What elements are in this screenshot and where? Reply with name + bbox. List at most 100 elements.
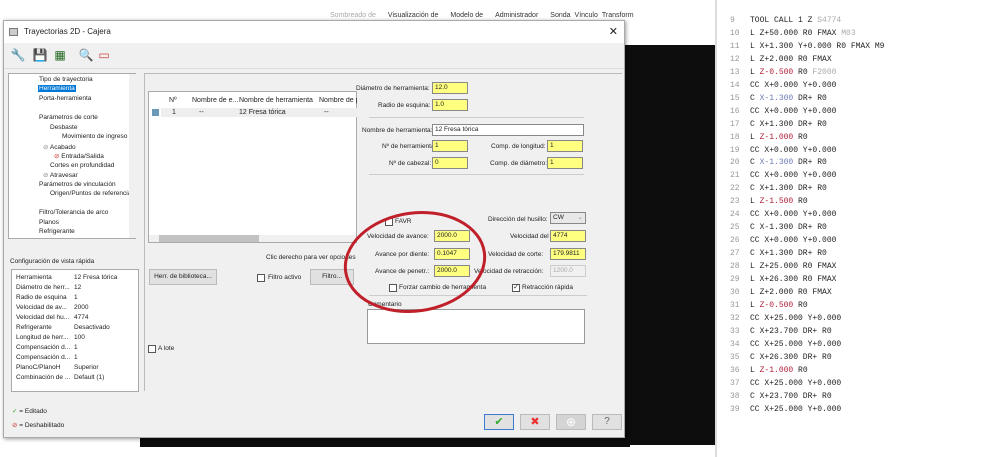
tree-item[interactable]: Refrigerante [39, 228, 75, 235]
quick-view-key: Radio de esquina [16, 294, 67, 301]
batch-checkbox[interactable] [148, 345, 156, 353]
vertical-scrollbar[interactable] [129, 74, 136, 238]
table-header[interactable]: Nombre de e... [192, 97, 238, 104]
quick-view-key: Compensación d... [16, 344, 71, 351]
filter-active-checkbox[interactable] [257, 274, 265, 282]
close-icon[interactable]: ✕ [609, 21, 618, 43]
ribbon-tab[interactable]: Sombreado de [330, 12, 376, 19]
table-header[interactable]: Nº [169, 97, 177, 104]
line-number: 32 [730, 313, 740, 323]
code-token: F2000 [812, 67, 837, 77]
table-cell: 12 Fresa tórica [239, 109, 286, 116]
code-token: C [750, 93, 760, 103]
code-token: CC X+0.000 Y+0.000 [750, 145, 837, 155]
code-token: L Z+50.000 R0 FMAX [750, 28, 842, 38]
library-tool-button[interactable]: Herr. de biblioteca... [149, 269, 217, 285]
tool-icon[interactable]: 🔧 [10, 47, 26, 63]
diameter-comp-input[interactable]: 1 [547, 157, 583, 169]
quick-view-value: Superior [74, 364, 99, 371]
quick-view-key: Velocidad de av... [16, 304, 67, 311]
cutting-speed-label: Velocidad de corte: [488, 251, 544, 258]
spindle-speed-input[interactable]: 4774 [550, 230, 586, 242]
code-token: Z-0.500 [759, 67, 794, 77]
length-comp-label: Comp. de longitud: [491, 143, 546, 150]
tree-item[interactable]: Desbaste [50, 124, 77, 131]
ribbon-tab[interactable]: Visualización de [388, 12, 438, 19]
tree-item[interactable]: Cortes en profundidad [50, 162, 114, 169]
quick-view-list: Herramienta 12 Fresa tórica Diámetro de he… [11, 269, 139, 392]
head-number-input[interactable]: 0 [432, 157, 468, 169]
tree-item[interactable]: ⊘ Atravesar [43, 171, 78, 179]
code-line: 34 CC X+25.000 Y+0.000 [730, 338, 841, 351]
tool-name-label: Nombre de herramienta: [362, 127, 433, 134]
ribbon-tab[interactable]: Transform [602, 12, 634, 19]
red-annotation-ellipse [343, 211, 487, 313]
code-token: Z-1.500 [759, 197, 794, 207]
line-number: 18 [730, 132, 740, 142]
tree-item[interactable]: ⊘ Acabado [43, 143, 76, 151]
code-line: 20 C X-1.300 DR+ R0 [730, 156, 827, 169]
line-number: 37 [730, 378, 740, 388]
code-token: C X+1.300 DR+ R0 [750, 184, 827, 194]
corner-radius-input[interactable]: 1.0 [432, 99, 468, 111]
ribbon-tab[interactable]: Vínculo [575, 12, 598, 19]
code-token: CC X+25.000 Y+0.000 [750, 378, 842, 388]
code-token: S4774 [817, 16, 842, 25]
tree-item[interactable]: Movimiento de ingreso [62, 133, 127, 140]
ok-button[interactable]: ✔ [484, 414, 514, 430]
line-number: 24 [730, 210, 740, 220]
chevron-down-icon: ⌄ [577, 214, 583, 221]
tool-table[interactable]: Nº Nombre de e... Nombre de herramienta … [148, 91, 357, 243]
quick-view-value: 1 [74, 354, 78, 361]
horizontal-scrollbar[interactable] [149, 235, 356, 242]
tree-item[interactable]: Porta-herramienta [39, 95, 91, 102]
inspect-icon[interactable]: 🔍 [78, 47, 94, 63]
help-icon: ? [604, 416, 610, 427]
code-token: C X-1.300 DR+ R0 [750, 223, 827, 233]
ribbon-tab[interactable]: Modelo de [450, 12, 483, 19]
tree-item[interactable]: Origen/Puntos de referencia [50, 190, 131, 197]
ribbon-tab[interactable]: Sonda [550, 12, 570, 19]
tree-item[interactable]: Planos [39, 219, 59, 226]
graphics-viewport[interactable] [625, 45, 715, 445]
save-icon[interactable]: 💾 [32, 47, 48, 63]
help-button[interactable]: ? [592, 414, 622, 430]
tree-item[interactable]: Filtro/Tolerancia de arco [39, 209, 108, 216]
line-number: 31 [730, 300, 740, 310]
ribbon-tab[interactable]: Administrador [495, 12, 538, 19]
line-number: 26 [730, 236, 740, 246]
tool-name-input[interactable]: 12 Fresa tórica [432, 124, 584, 136]
quick-view-key: Refrigerante [16, 324, 52, 331]
table-header[interactable]: Nombre de p [319, 97, 357, 104]
code-token: R0 [793, 300, 808, 310]
batch-label: A lote [158, 345, 175, 352]
tree-item[interactable]: Tipo de trayectoria [39, 76, 93, 83]
filter-active-label: Filtro activo [268, 274, 302, 281]
save-all-icon[interactable]: ▦ [52, 47, 68, 63]
tool-number-input[interactable]: 1 [432, 140, 468, 152]
code-line: 25 C X-1.300 DR+ R0 [730, 221, 827, 234]
tree-item[interactable]: Parámetros de corte [39, 114, 98, 121]
diameter-label: Diámetro de herramienta: [356, 85, 430, 92]
spindle-direction-select[interactable]: CW ⌄ [550, 212, 586, 224]
quick-view-value: 4774 [74, 314, 89, 321]
code-line: 14 CC X+0.000 Y+0.000 [730, 79, 836, 92]
code-line: 30 L Z+2.000 R0 FMAX [730, 286, 832, 299]
code-token: L X+1.300 Y+0.000 R0 FMAX M9 [750, 41, 885, 51]
quick-view-key: Herramienta [16, 274, 52, 281]
cancel-button[interactable]: ✖ [520, 414, 550, 430]
cutting-speed-input[interactable]: 179.9811 [550, 248, 586, 260]
length-comp-input[interactable]: 1 [547, 140, 583, 152]
corner-radius-label: Radio de esquina: [378, 102, 431, 109]
table-header[interactable]: Nombre de herramienta [239, 97, 313, 104]
parameter-tree[interactable]: Tipo de trayectoria Herramienta Porta-he… [8, 73, 136, 239]
code-token: CC X+25.000 Y+0.000 [750, 313, 842, 323]
tree-item-selected[interactable]: Herramienta [38, 85, 76, 92]
tree-item[interactable]: Parámetros de vinculación [39, 181, 116, 188]
remove-icon[interactable]: ▭ [96, 47, 112, 63]
code-token: CC X+0.000 Y+0.000 [750, 210, 837, 220]
code-line: 13 L Z-0.500 R0 F2000 [730, 66, 836, 79]
tree-item[interactable]: ⊘ Entrada/Salida [54, 152, 104, 160]
diameter-input[interactable]: 12.0 [432, 82, 468, 94]
rapid-retract-checkbox[interactable]: ✓ [512, 284, 520, 292]
